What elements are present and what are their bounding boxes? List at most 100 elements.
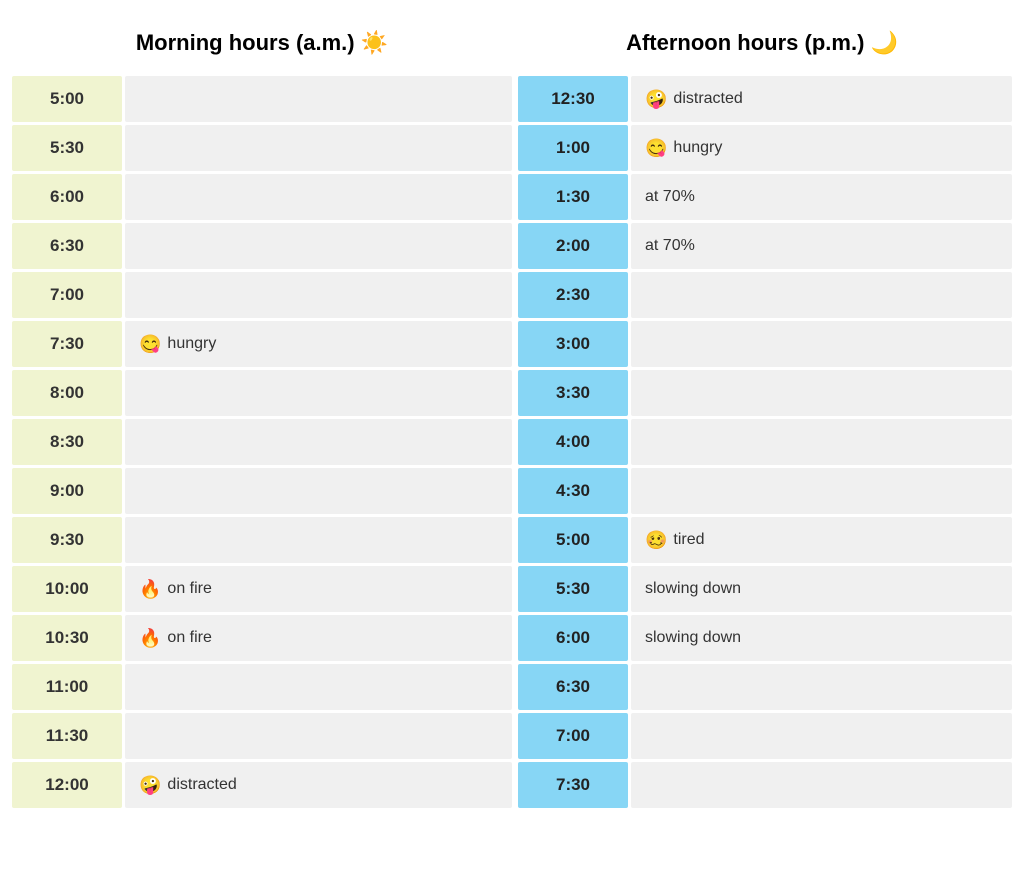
am-time-cell: 11:30 <box>12 713 122 759</box>
pm-content-cell <box>631 664 1012 710</box>
am-column: 5:005:306:006:307:007:30😋hungry8:008:309… <box>12 76 512 811</box>
am-content-cell <box>125 370 512 416</box>
am-content-cell <box>125 125 512 171</box>
am-time-cell: 6:00 <box>12 174 122 220</box>
am-content-cell: 🔥on fire <box>125 566 512 612</box>
am-content-cell: 🤪 distracted <box>125 762 512 808</box>
table-row: 9:30 <box>12 517 512 563</box>
table-row: 11:00 <box>12 664 512 710</box>
am-time-cell: 8:00 <box>12 370 122 416</box>
am-content-cell <box>125 713 512 759</box>
pm-content-cell: slowing down <box>631 566 1012 612</box>
pm-content-cell <box>631 272 1012 318</box>
pm-time-cell: 1:00 <box>518 125 628 171</box>
am-time-cell: 7:30 <box>12 321 122 367</box>
pm-time-cell: 2:30 <box>518 272 628 318</box>
pm-time-cell: 3:00 <box>518 321 628 367</box>
pm-content-cell <box>631 468 1012 514</box>
am-time-cell: 7:00 <box>12 272 122 318</box>
status-text: distracted <box>673 90 742 108</box>
table-row: 1:00😋hungry <box>518 125 1012 171</box>
table-row: 4:30 <box>518 468 1012 514</box>
table-row: 10:00🔥on fire <box>12 566 512 612</box>
table-row: 10:30 🔥 on fire <box>12 615 512 661</box>
pm-content-cell: at 70% <box>631 223 1012 269</box>
pm-content-cell <box>631 419 1012 465</box>
pm-content-cell <box>631 370 1012 416</box>
status-text: at 70% <box>645 237 695 255</box>
pm-time-cell: 5:00 <box>518 517 628 563</box>
pm-time-cell: 6:00 <box>518 615 628 661</box>
pm-time-cell: 4:30 <box>518 468 628 514</box>
am-time-cell: 12:00 <box>12 762 122 808</box>
pm-content-cell: 🥴tired <box>631 517 1012 563</box>
table-row: 7:00 <box>12 272 512 318</box>
pm-time-cell: 1:30 <box>518 174 628 220</box>
table-row: 11:30 <box>12 713 512 759</box>
table-row: 9:00 <box>12 468 512 514</box>
pm-column: 12:30🤪distracted1:00😋hungry1:30at 70%2:0… <box>512 76 1012 811</box>
table-row: 8:30 <box>12 419 512 465</box>
header-pm: Afternoon hours (p.m.) 🌙 <box>512 20 1012 66</box>
status-text: slowing down <box>645 580 741 598</box>
main-container: Morning hours (a.m.) ☀️ Afternoon hours … <box>12 20 1012 811</box>
pm-content-cell <box>631 713 1012 759</box>
table-row: 3:00 <box>518 321 1012 367</box>
status-emoji: 😋 <box>645 138 667 159</box>
am-time-cell: 10:30 <box>12 615 122 661</box>
am-content-cell <box>125 272 512 318</box>
status-text: distracted <box>167 776 236 794</box>
am-time-cell: 11:00 <box>12 664 122 710</box>
status-emoji: 🔥 <box>139 579 161 600</box>
pm-content-cell <box>631 762 1012 808</box>
pm-content-cell: at 70% <box>631 174 1012 220</box>
pm-time-cell: 2:00 <box>518 223 628 269</box>
status-text: hungry <box>167 335 216 353</box>
am-content-cell <box>125 517 512 563</box>
table-row: 6:30 <box>12 223 512 269</box>
table-row: 7:00 <box>518 713 1012 759</box>
status-text: slowing down <box>645 629 741 647</box>
table-row: 12:00 🤪 distracted <box>12 762 512 808</box>
pm-content-cell <box>631 321 1012 367</box>
status-text: at 70% <box>645 188 695 206</box>
am-time-cell: 5:30 <box>12 125 122 171</box>
table-row: 5:30 slowing down <box>518 566 1012 612</box>
pm-content-cell: 🤪 distracted <box>631 76 1012 122</box>
am-content-cell <box>125 664 512 710</box>
am-content-cell <box>125 223 512 269</box>
am-time-cell: 10:00 <box>12 566 122 612</box>
table-row: 5:00🥴tired <box>518 517 1012 563</box>
table-row: 4:00 <box>518 419 1012 465</box>
pm-time-cell: 3:30 <box>518 370 628 416</box>
pm-time-cell: 7:30 <box>518 762 628 808</box>
am-time-cell: 9:00 <box>12 468 122 514</box>
status-emoji: 🔥 <box>139 628 161 649</box>
am-content-cell <box>125 174 512 220</box>
pm-time-cell: 4:00 <box>518 419 628 465</box>
table-row: 6:00 <box>12 174 512 220</box>
schedule-grid: 5:005:306:006:307:007:30😋hungry8:008:309… <box>12 76 1012 811</box>
am-time-cell: 9:30 <box>12 517 122 563</box>
status-emoji: 🥴 <box>645 530 667 551</box>
am-time-cell: 5:00 <box>12 76 122 122</box>
pm-time-cell: 6:30 <box>518 664 628 710</box>
pm-content-cell: 😋hungry <box>631 125 1012 171</box>
table-row: 7:30 <box>518 762 1012 808</box>
am-time-cell: 6:30 <box>12 223 122 269</box>
header-am: Morning hours (a.m.) ☀️ <box>12 20 512 66</box>
status-text: on fire <box>167 629 211 647</box>
pm-content-cell: slowing down <box>631 615 1012 661</box>
am-time-cell: 8:30 <box>12 419 122 465</box>
table-row: 2:00 at 70% <box>518 223 1012 269</box>
status-emoji: 🤪 <box>645 89 667 110</box>
status-emoji: 🤪 <box>139 775 161 796</box>
pm-time-cell: 5:30 <box>518 566 628 612</box>
status-emoji: 😋 <box>139 334 161 355</box>
table-row: 6:30 <box>518 664 1012 710</box>
am-content-cell: 🔥 on fire <box>125 615 512 661</box>
am-content-cell <box>125 468 512 514</box>
column-headers: Morning hours (a.m.) ☀️ Afternoon hours … <box>12 20 1012 66</box>
table-row: 5:00 <box>12 76 512 122</box>
am-content-cell: 😋 hungry <box>125 321 512 367</box>
